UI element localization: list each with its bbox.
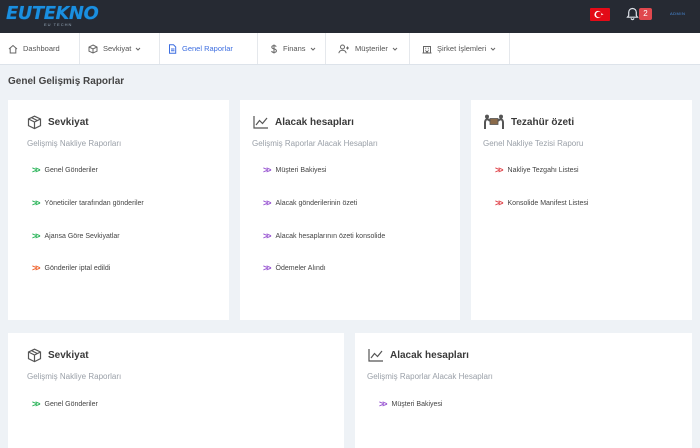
report-link-genel-gonderiler-2[interactable]: >> Genel Gönderiler [32, 399, 98, 409]
turkish-flag-icon[interactable] [590, 8, 610, 21]
link-label: Gönderiler iptal edildi [44, 264, 111, 272]
home-icon [8, 44, 18, 53]
card-title: Alacak hesapları [390, 349, 469, 361]
notification-badge[interactable]: 2 [639, 8, 652, 20]
chevron-down-icon [310, 47, 315, 51]
card-subtitle: Genel Nakliye Tezisi Raporu [483, 139, 584, 148]
add-user-icon [338, 44, 349, 53]
card-subtitle: Gelişmiş Raporlar Alacak Hesapları [252, 139, 378, 148]
bell-icon[interactable] [626, 7, 639, 21]
building-icon [422, 45, 432, 53]
chevron-down-icon [490, 47, 496, 51]
dollar-icon [271, 44, 277, 53]
link-label: Alacak gönderilerinin özeti [275, 199, 358, 207]
link-label: Alacak hesaplarının özeti konsolide [275, 232, 386, 240]
link-label: Ajansa Göre Sevkiyatlar [44, 232, 120, 240]
link-label: Müşteri Bakiyesi [275, 166, 327, 174]
double-chevron-right-icon: >> [32, 165, 40, 175]
card-title: Tezahür özeti [511, 116, 575, 128]
card-title: Alacak hesapları [275, 116, 354, 128]
link-label: Yöneticiler tarafından gönderiler [44, 199, 144, 207]
nav-genel-raporlar[interactable]: Genel Raporlar [160, 33, 258, 64]
nav-finans[interactable]: Finans [258, 33, 326, 64]
nav-label: Dashboard [23, 44, 60, 53]
logo[interactable]: EUTEKNO EU TECHN [6, 4, 116, 28]
movers-icon [484, 114, 504, 129]
double-chevron-right-icon: >> [263, 263, 271, 273]
report-link-odemeler[interactable]: >> Ödemeler Alındı [263, 263, 326, 273]
logo-tagline: EU TECHN [44, 22, 73, 27]
nav-label: Genel Raporlar [182, 44, 233, 53]
report-link-musteri-bakiyesi[interactable]: >> Müşteri Bakiyesi [263, 165, 327, 175]
box-icon [27, 115, 42, 130]
report-link-genel-gonderiler[interactable]: >> Genel Gönderiler [32, 165, 98, 175]
double-chevron-right-icon: >> [495, 198, 503, 208]
link-label: Genel Gönderiler [44, 166, 98, 174]
link-label: Nakliye Tezgahı Listesi [507, 166, 579, 174]
double-chevron-right-icon: >> [263, 198, 271, 208]
report-link-musteri-bakiyesi-2[interactable]: >> Müşteri Bakiyesi [379, 399, 443, 409]
link-label: Ödemeler Alındı [275, 264, 326, 272]
double-chevron-right-icon: >> [32, 263, 40, 273]
report-card-tezahur: Tezahür özeti Genel Nakliye Tezisi Rapor… [471, 100, 692, 320]
nav-label: Şirket İşlemleri [437, 44, 487, 53]
logo-text: EUTEKNO [6, 3, 99, 24]
box-icon [27, 348, 42, 363]
link-label: Müşteri Bakiyesi [391, 400, 443, 408]
double-chevron-right-icon: >> [379, 399, 387, 409]
double-chevron-right-icon: >> [495, 165, 503, 175]
double-chevron-right-icon: >> [32, 198, 40, 208]
report-link-konsolide[interactable]: >> Alacak hesaplarının özeti konsolide [263, 231, 386, 241]
double-chevron-right-icon: >> [263, 165, 271, 175]
report-link-yoneticiler[interactable]: >> Yöneticiler tarafından gönderiler [32, 198, 144, 208]
card-subtitle: Gelişmiş Nakliye Raporları [27, 139, 122, 148]
nav-label: Müşteriler [355, 44, 388, 53]
nav-sirket-islemleri[interactable]: Şirket İşlemleri [410, 33, 510, 64]
report-link-ajansa-gore[interactable]: >> Ajansa Göre Sevkiyatlar [32, 231, 120, 241]
link-label: Genel Gönderiler [44, 400, 98, 408]
card-title: Sevkiyat [48, 117, 89, 128]
page-title: Genel Gelişmiş Raporlar [8, 76, 125, 87]
report-link-iptal[interactable]: >> Gönderiler iptal edildi [32, 263, 111, 273]
nav-label: Sevkiyat [103, 44, 132, 53]
line-chart-icon [253, 116, 268, 129]
box-icon [88, 43, 98, 54]
chevron-down-icon [392, 47, 398, 51]
double-chevron-right-icon: >> [32, 231, 40, 241]
double-chevron-right-icon: >> [32, 399, 40, 409]
line-chart-icon [368, 349, 383, 362]
main-nav: Dashboard Sevkiyat Genel Raporlar Finans… [0, 33, 700, 65]
chevron-down-icon [136, 47, 141, 51]
double-chevron-right-icon: >> [263, 231, 271, 241]
report-card-sevkiyat-2: Sevkiyat Gelişmiş Nakliye Raporları >> Ge… [8, 333, 344, 448]
user-menu[interactable]: ADMIN [670, 11, 685, 16]
nav-musteriler[interactable]: Müşteriler [326, 33, 410, 64]
link-label: Konsolide Manifest Listesi [507, 199, 589, 207]
document-icon [169, 43, 177, 54]
card-title: Sevkiyat [48, 350, 89, 361]
top-bar: EUTEKNO EU TECHN 2 ADMIN [0, 0, 700, 33]
card-subtitle: Gelişmiş Nakliye Raporları [27, 372, 122, 381]
card-subtitle: Gelişmiş Raporlar Alacak Hesapları [367, 372, 493, 381]
report-card-alacak: Alacak hesapları Gelişmiş Raporlar Alaca… [240, 100, 460, 320]
report-link-konsolide-manifest[interactable]: >> Konsolide Manifest Listesi [495, 198, 589, 208]
report-card-sevkiyat: Sevkiyat Gelişmiş Nakliye Raporları >> Ge… [8, 100, 229, 320]
report-link-nakliye-tezgahi[interactable]: >> Nakliye Tezgahı Listesi [495, 165, 579, 175]
nav-dashboard[interactable]: Dashboard [0, 33, 80, 64]
report-card-alacak-2: Alacak hesapları Gelişmiş Raporlar Alaca… [355, 333, 692, 448]
report-link-alacak-ozeti[interactable]: >> Alacak gönderilerinin özeti [263, 198, 358, 208]
nav-sevkiyat[interactable]: Sevkiyat [80, 33, 160, 64]
nav-label: Finans [283, 44, 306, 53]
